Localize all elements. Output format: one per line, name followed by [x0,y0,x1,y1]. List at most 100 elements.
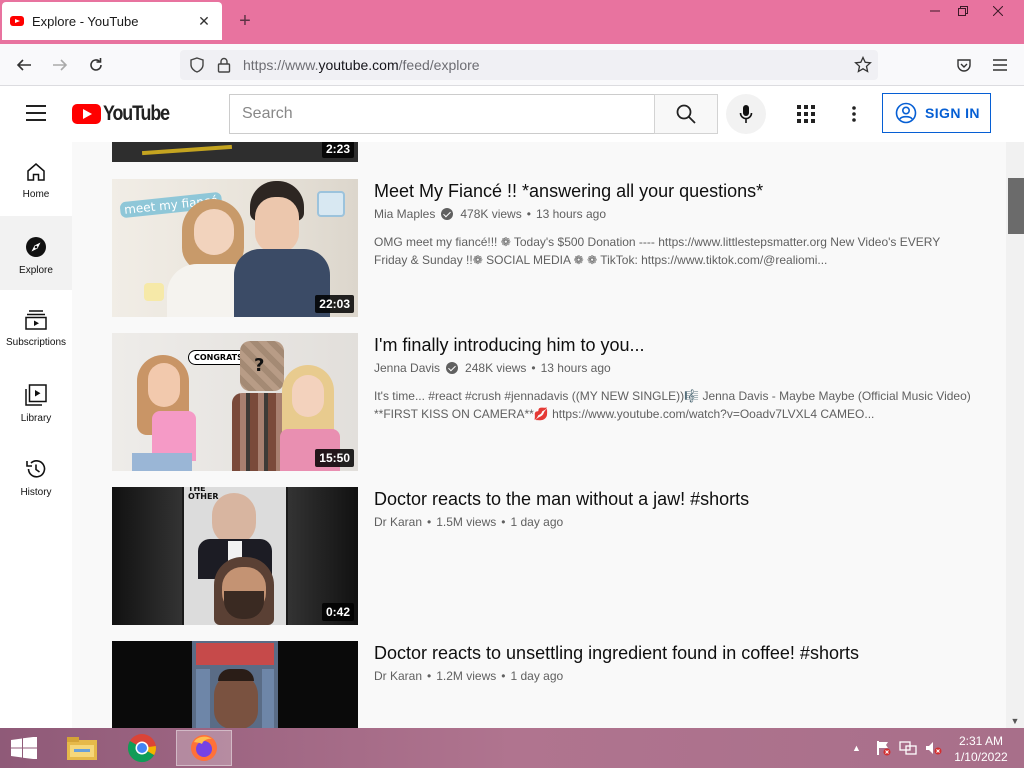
sign-in-button[interactable]: SIGN IN [882,93,991,133]
page-scrollbar[interactable]: ▼ [1006,142,1024,728]
video-title[interactable]: Doctor reacts to the man without a jaw! … [374,489,749,510]
close-window-icon[interactable] [975,0,1021,22]
video-thumbnail[interactable]: CONGRATS ? 15:50 [112,333,358,471]
volume-muted-icon[interactable] [925,740,943,756]
clock-date: 1/10/2022 [954,750,1008,764]
sidebar-item-label: History [20,487,52,498]
pocket-icon[interactable] [952,53,976,77]
video-description-line: OMG meet my fiancé!!! ❁ Today's $500 Don… [374,235,941,249]
chrome-icon [127,734,156,763]
shield-icon[interactable] [189,57,205,78]
browser-navigation-bar: https://www.youtube.com/feed/explore [0,44,1024,86]
bookmark-star-icon[interactable] [854,55,872,79]
action-center-flag-icon[interactable] [875,740,891,756]
menu-icon[interactable] [988,53,1012,77]
video-metadata: Dr Karan • 1.5M views • 1 day ago [374,515,563,529]
video-thumbnail[interactable]: THE OTHER 0:42 [112,487,358,625]
sidebar-item-label: Home [22,189,50,200]
forward-arrow-icon[interactable] [48,53,72,77]
sidebar-item-label: Library [20,413,52,424]
taskbar-chrome[interactable] [114,730,170,766]
youtube-favicon-icon [10,16,24,26]
video-item[interactable]: 2:23 [112,142,992,162]
verified-badge-icon [446,362,459,374]
windows-logo-icon [11,737,37,759]
account-circle-icon [895,102,917,124]
tab-title: Explore - YouTube [32,13,139,29]
windows-taskbar: ▲ 2:31 AM 1/10/2022 [0,728,1024,768]
video-title[interactable]: I'm finally introducing him to you... [374,335,645,356]
subscriptions-icon [25,310,47,330]
url-text[interactable]: https://www.youtube.com/feed/explore [243,57,480,73]
video-description-line: It's time... #react #crush #jennadavis (… [374,389,971,403]
video-item[interactable]: THE OTHER 0:42 Doctor reacts to the man … [112,487,992,625]
back-arrow-icon[interactable] [12,53,36,77]
taskbar-firefox[interactable] [176,730,232,766]
windows-start-button[interactable] [0,730,48,766]
view-count: 1.5M views [436,515,497,529]
youtube-play-logo-icon [72,104,101,124]
youtube-header: YouTube SIGN IN [0,86,1024,142]
video-description-line: Friday & Sunday !!❁ SOCIAL MEDIA ❁ ❁ Tik… [374,253,828,267]
video-title[interactable]: Meet My Fiancé !! *answering all your qu… [374,181,763,202]
view-count: 248K views [465,361,527,375]
sidebar-item-library[interactable]: Library [0,364,72,438]
channel-name[interactable]: Dr Karan [374,515,422,529]
video-thumbnail[interactable] [112,641,358,728]
meta-separator: • [531,361,536,375]
microphone-icon [739,105,753,123]
sidebar-item-subscriptions[interactable]: Subscriptions [0,290,72,364]
view-count: 1.2M views [436,669,497,683]
search-icon [676,104,696,124]
url-bar[interactable]: https://www.youtube.com/feed/explore [180,50,878,80]
library-icon [25,384,47,406]
search-input[interactable] [229,94,655,134]
close-tab-icon[interactable]: ✕ [194,13,214,30]
apps-grid-icon[interactable] [790,98,822,130]
meta-separator: • [501,515,506,529]
meta-separator: • [427,669,432,683]
sidebar-item-history[interactable]: History [0,438,72,512]
video-description: OMG meet my fiancé!!! ❁ Today's $500 Don… [374,233,974,269]
guide-menu-icon[interactable] [26,105,46,121]
video-item[interactable]: CONGRATS ? 15:50 I'm finally introducing… [112,333,992,471]
reload-icon[interactable] [84,53,108,77]
tray-expand-icon[interactable]: ▲ [852,743,861,753]
upload-age: 1 day ago [510,515,564,529]
search-button[interactable] [654,94,718,134]
new-tab-button[interactable]: + [233,10,257,33]
lock-icon[interactable] [217,57,231,78]
view-count: 478K views [460,207,522,221]
channel-name[interactable]: Jenna Davis [374,361,440,375]
more-vertical-icon[interactable] [838,98,870,130]
video-metadata: Mia Maples 478K views • 13 hours ago [374,207,606,221]
browser-tab-strip: Explore - YouTube ✕ + [0,0,1024,44]
upload-age: 1 day ago [510,669,564,683]
video-duration: 22:03 [315,295,354,313]
channel-name[interactable]: Mia Maples [374,207,435,221]
taskbar-file-explorer[interactable] [54,730,110,766]
browser-tab[interactable]: Explore - YouTube ✕ [2,2,222,40]
meta-separator: • [427,515,432,529]
video-item[interactable]: Doctor reacts to unsettling ingredient f… [112,641,992,728]
system-tray: ▲ [852,728,943,768]
video-thumbnail[interactable]: meet my fiancé 22:03 [112,179,358,317]
scrollbar-thumb[interactable] [1008,178,1024,234]
video-title[interactable]: Doctor reacts to unsettling ingredient f… [374,643,859,664]
taskbar-clock[interactable]: 2:31 AM 1/10/2022 [948,733,1014,765]
video-description: It's time... #react #crush #jennadavis (… [374,387,974,423]
clock-time: 2:31 AM [958,734,1004,748]
voice-search-button[interactable] [726,94,766,134]
scroll-down-arrow-icon[interactable]: ▼ [1008,714,1022,728]
youtube-logo[interactable]: YouTube [72,102,181,126]
video-thumbnail[interactable]: 2:23 [112,142,358,162]
network-icon[interactable] [899,740,917,756]
sidebar-item-home[interactable]: Home [0,142,72,216]
explore-feed: 2:23 meet my fiancé 22:03 Meet My Fiancé… [72,142,1006,728]
video-item[interactable]: meet my fiancé 22:03 Meet My Fiancé !! *… [112,179,992,317]
url-path: /feed/explore [398,57,480,73]
sidebar-item-explore[interactable]: Explore [0,216,72,290]
video-metadata: Dr Karan • 1.2M views • 1 day ago [374,669,563,683]
url-prefix: https://www. [243,57,319,73]
channel-name[interactable]: Dr Karan [374,669,422,683]
